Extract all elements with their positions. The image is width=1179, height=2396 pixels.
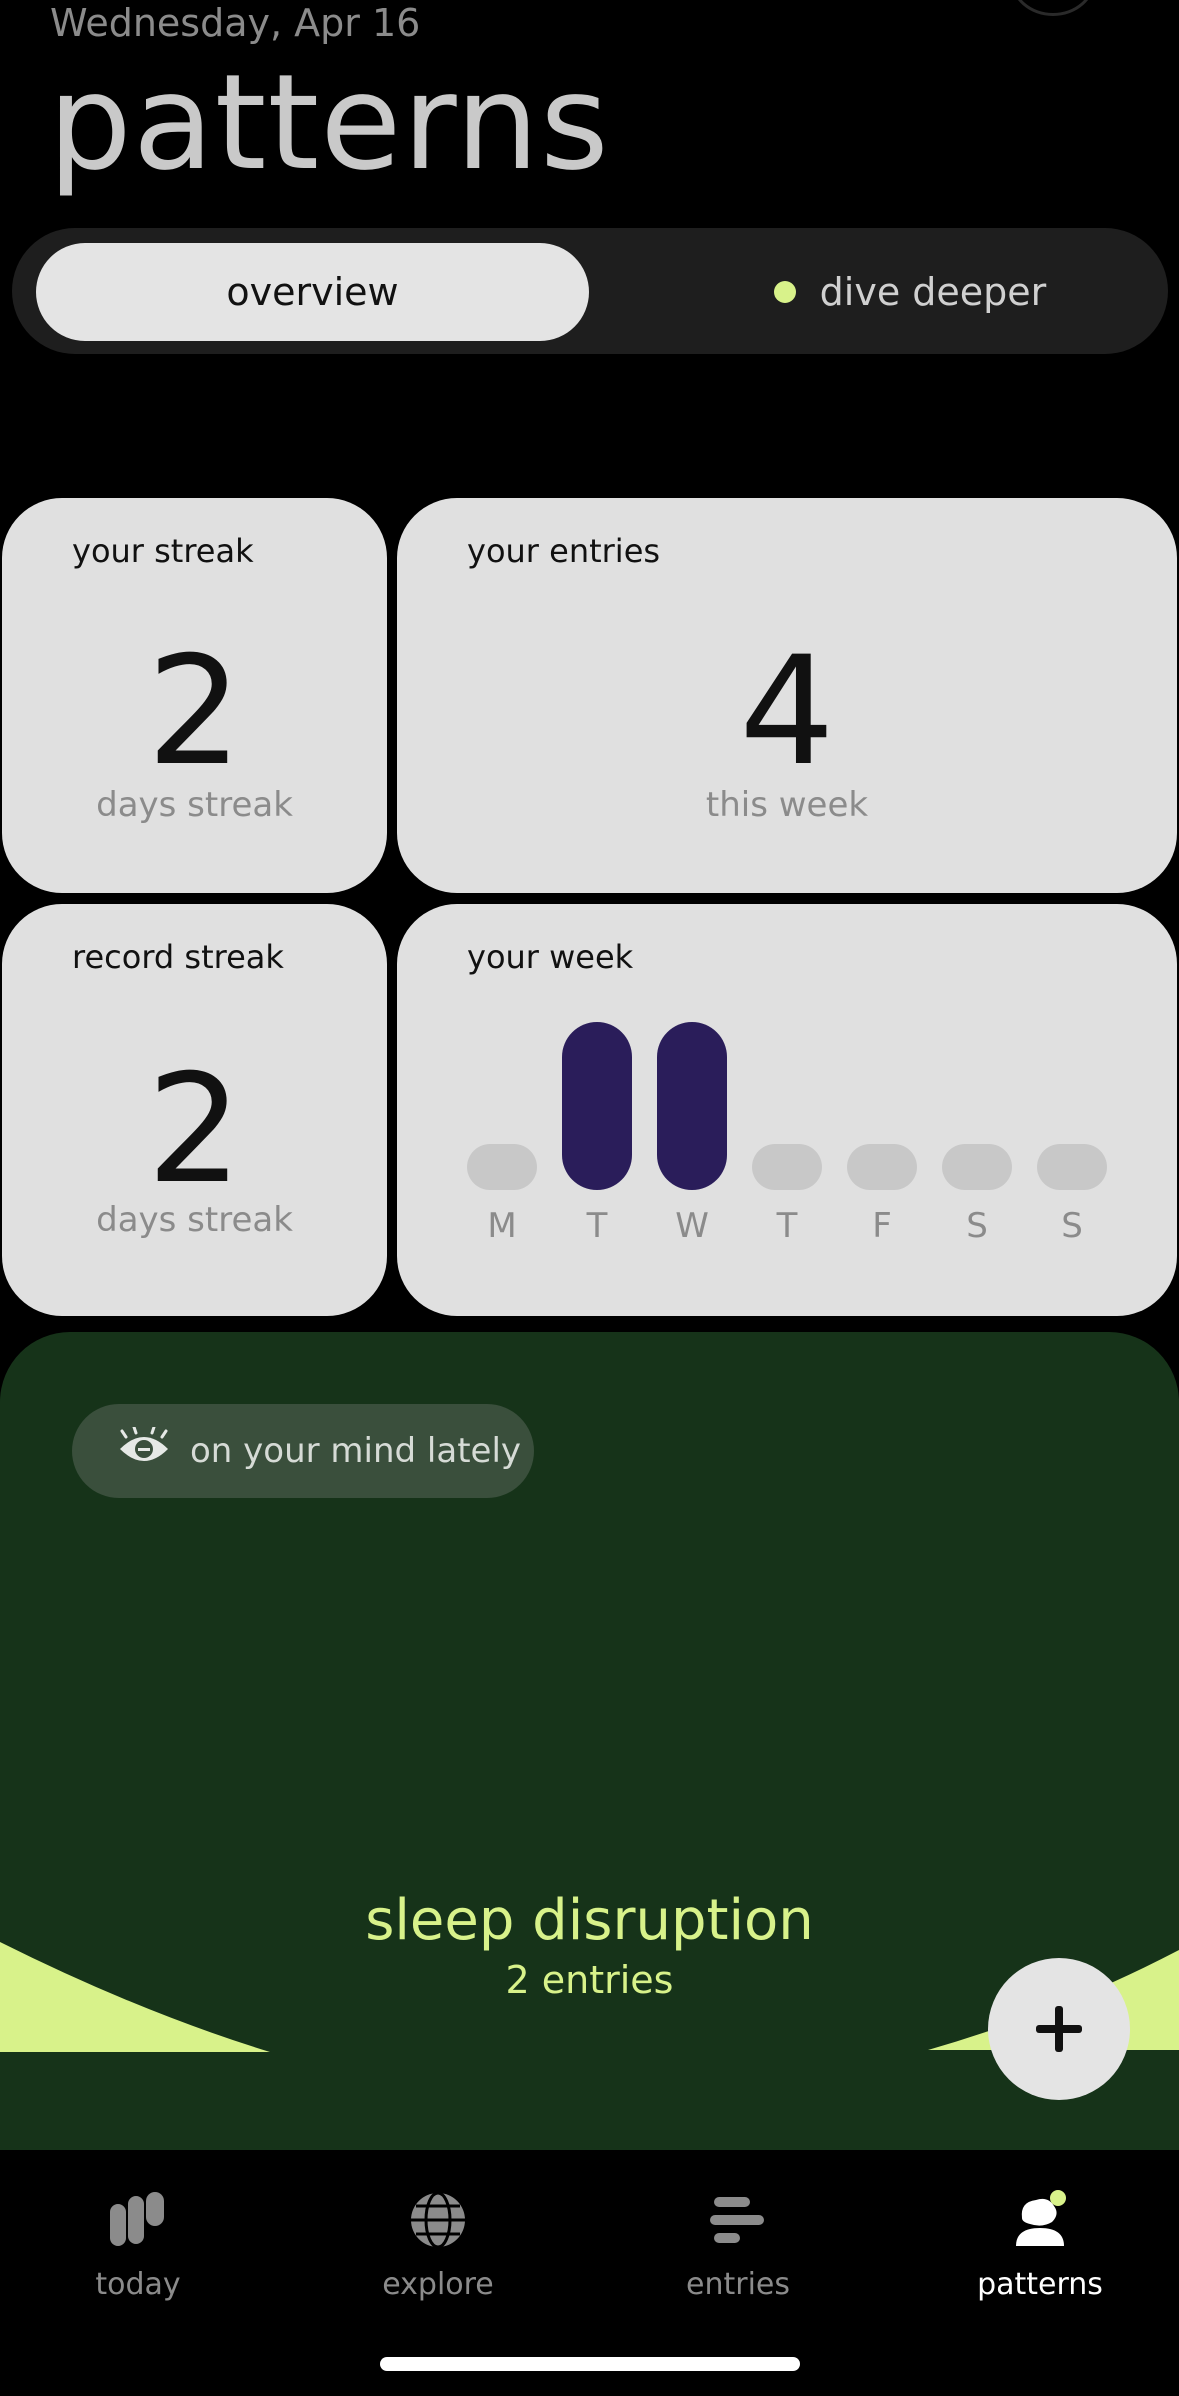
- week-day-label-4: F: [872, 1206, 892, 1246]
- today-icon: [110, 2192, 164, 2246]
- record-card-label: record streak: [72, 938, 284, 976]
- profile-avatar[interactable]: [1010, 0, 1096, 16]
- eye-icon: [116, 1425, 172, 1476]
- entries-value: 4: [739, 625, 835, 799]
- patterns-icon: [1016, 2190, 1066, 2246]
- tab-patterns-label: patterns: [977, 2267, 1103, 2302]
- tab-explore[interactable]: explore: [338, 2185, 538, 2302]
- record-sub: days streak: [96, 1200, 293, 1240]
- entries-sub: this week: [705, 785, 869, 825]
- new-indicator-dot: [773, 281, 796, 303]
- tab-entries[interactable]: entries: [638, 2185, 838, 2302]
- week-bar-3: [752, 1144, 822, 1190]
- tab-dive-deeper-label: dive deeper: [819, 270, 1047, 314]
- streak-card-label: your streak: [72, 532, 254, 570]
- week-day-label-2: W: [675, 1206, 709, 1246]
- page-title: patterns: [48, 46, 610, 200]
- tab-today[interactable]: today: [38, 2185, 238, 2302]
- week-bar-1: [562, 1022, 632, 1190]
- on-your-mind-label: on your mind lately: [190, 1431, 522, 1471]
- week-bar-0: [467, 1144, 537, 1190]
- plus-icon: [1036, 2006, 1082, 2052]
- date-label: Wednesday, Apr 16: [50, 1, 421, 45]
- entries-icon: [710, 2197, 764, 2243]
- tab-today-label: today: [95, 2267, 181, 2302]
- tab-patterns[interactable]: patterns: [940, 2185, 1140, 2302]
- week-day-label-6: S: [1061, 1206, 1083, 1246]
- tab-overview-label: overview: [226, 270, 399, 314]
- entries-card-label: your entries: [467, 532, 661, 570]
- week-day-label-0: M: [487, 1206, 517, 1246]
- week-bar-6: [1037, 1144, 1107, 1190]
- week-bar-4: [847, 1144, 917, 1190]
- tab-overview[interactable]: overview: [36, 243, 589, 341]
- week-card-label: your week: [467, 938, 634, 976]
- week-bar-5: [942, 1144, 1012, 1190]
- week-day-label-1: T: [586, 1206, 608, 1246]
- week-bar-2: [657, 1022, 727, 1190]
- tab-entries-label: entries: [686, 2267, 790, 2302]
- week-day-label-5: S: [966, 1206, 988, 1246]
- globe-icon: [411, 2191, 465, 2249]
- add-entry-button[interactable]: [988, 1958, 1130, 2100]
- topic-title: sleep disruption: [365, 1888, 814, 1953]
- home-indicator: [380, 2357, 800, 2371]
- streak-sub: days streak: [96, 785, 293, 825]
- tab-explore-label: explore: [382, 2267, 494, 2302]
- record-value: 2: [146, 1043, 243, 1217]
- on-your-mind-pill[interactable]: on your mind lately: [72, 1404, 534, 1498]
- tab-dive-deeper[interactable]: dive deeper: [690, 243, 1130, 341]
- week-day-label-3: T: [776, 1206, 798, 1246]
- streak-value: 2: [146, 625, 243, 799]
